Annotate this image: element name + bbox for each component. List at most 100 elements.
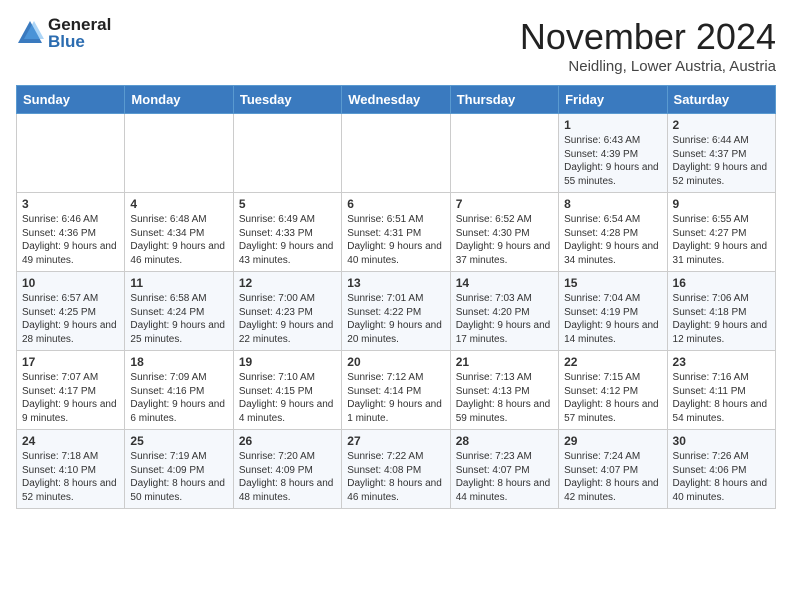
- calendar-cell: 27 Sunrise: 7:22 AM Sunset: 4:08 PM Dayli…: [342, 430, 450, 509]
- calendar-cell: 28 Sunrise: 7:23 AM Sunset: 4:07 PM Dayli…: [450, 430, 558, 509]
- calendar-cell: 12 Sunrise: 7:00 AM Sunset: 4:23 PM Dayli…: [233, 272, 341, 351]
- day-info: Sunrise: 7:22 AM Sunset: 4:08 PM Dayligh…: [347, 450, 444, 504]
- calendar-cell: 15 Sunrise: 7:04 AM Sunset: 4:19 PM Dayli…: [559, 272, 667, 351]
- calendar-cell: 3 Sunrise: 6:46 AM Sunset: 4:36 PM Daylig…: [17, 193, 125, 272]
- day-number: 6: [347, 197, 444, 211]
- day-info: Sunrise: 7:04 AM Sunset: 4:19 PM Dayligh…: [564, 292, 661, 346]
- calendar-week-row: 10 Sunrise: 6:57 AM Sunset: 4:25 PM Dayli…: [17, 272, 776, 351]
- day-number: 9: [673, 197, 770, 211]
- weekday-header-row: SundayMondayTuesdayWednesdayThursdayFrid…: [17, 86, 776, 114]
- calendar-week-row: 3 Sunrise: 6:46 AM Sunset: 4:36 PM Daylig…: [17, 193, 776, 272]
- calendar-week-row: 17Sunrise: 7:07 AM Sunset: 4:17 PM Dayli…: [17, 351, 776, 430]
- calendar-cell: 9 Sunrise: 6:55 AM Sunset: 4:27 PM Daylig…: [667, 193, 775, 272]
- day-number: 13: [347, 276, 444, 290]
- day-info: Sunrise: 6:43 AM Sunset: 4:39 PM Dayligh…: [564, 134, 661, 188]
- calendar-cell: 6 Sunrise: 6:51 AM Sunset: 4:31 PM Daylig…: [342, 193, 450, 272]
- calendar-cell: [125, 114, 233, 193]
- day-info: Sunrise: 7:12 AM Sunset: 4:14 PM Dayligh…: [347, 371, 444, 425]
- calendar-cell: 13 Sunrise: 7:01 AM Sunset: 4:22 PM Dayli…: [342, 272, 450, 351]
- day-number: 17: [22, 355, 119, 369]
- calendar-cell: 7 Sunrise: 6:52 AM Sunset: 4:30 PM Daylig…: [450, 193, 558, 272]
- calendar-cell: [233, 114, 341, 193]
- day-info: Sunrise: 6:54 AM Sunset: 4:28 PM Dayligh…: [564, 213, 661, 267]
- day-info: Sunrise: 7:26 AM Sunset: 4:06 PM Dayligh…: [673, 450, 770, 504]
- day-info: Sunrise: 6:44 AM Sunset: 4:37 PM Dayligh…: [673, 134, 770, 188]
- logo: General Blue: [16, 16, 111, 50]
- calendar-cell: 25Sunrise: 7:19 AM Sunset: 4:09 PM Dayli…: [125, 430, 233, 509]
- day-number: 26: [239, 434, 336, 448]
- calendar-cell: 8Sunrise: 6:54 AM Sunset: 4:28 PM Daylig…: [559, 193, 667, 272]
- calendar-cell: 5 Sunrise: 6:49 AM Sunset: 4:33 PM Daylig…: [233, 193, 341, 272]
- logo-icon: [16, 19, 44, 47]
- day-number: 29: [564, 434, 661, 448]
- day-number: 10: [22, 276, 119, 290]
- day-number: 4: [130, 197, 227, 211]
- calendar-cell: 11Sunrise: 6:58 AM Sunset: 4:24 PM Dayli…: [125, 272, 233, 351]
- day-info: Sunrise: 7:23 AM Sunset: 4:07 PM Dayligh…: [456, 450, 553, 504]
- calendar-table: SundayMondayTuesdayWednesdayThursdayFrid…: [16, 85, 776, 509]
- day-number: 20: [347, 355, 444, 369]
- day-info: Sunrise: 7:13 AM Sunset: 4:13 PM Dayligh…: [456, 371, 553, 425]
- calendar-cell: 20 Sunrise: 7:12 AM Sunset: 4:14 PM Dayli…: [342, 351, 450, 430]
- day-info: Sunrise: 7:19 AM Sunset: 4:09 PM Dayligh…: [130, 450, 227, 504]
- calendar-cell: 18 Sunrise: 7:09 AM Sunset: 4:16 PM Dayli…: [125, 351, 233, 430]
- day-info: Sunrise: 7:18 AM Sunset: 4:10 PM Dayligh…: [22, 450, 119, 504]
- day-number: 19: [239, 355, 336, 369]
- day-info: Sunrise: 6:57 AM Sunset: 4:25 PM Dayligh…: [22, 292, 119, 346]
- calendar-cell: [17, 114, 125, 193]
- calendar-week-row: 1 Sunrise: 6:43 AM Sunset: 4:39 PM Daylig…: [17, 114, 776, 193]
- page-header: General Blue November 2024 Neidling, Low…: [16, 16, 776, 75]
- calendar-cell: 1 Sunrise: 6:43 AM Sunset: 4:39 PM Daylig…: [559, 114, 667, 193]
- day-number: 24: [22, 434, 119, 448]
- weekday-header: Tuesday: [233, 86, 341, 114]
- day-info: Sunrise: 6:49 AM Sunset: 4:33 PM Dayligh…: [239, 213, 336, 267]
- day-info: Sunrise: 7:24 AM Sunset: 4:07 PM Dayligh…: [564, 450, 661, 504]
- calendar-cell: 19Sunrise: 7:10 AM Sunset: 4:15 PM Dayli…: [233, 351, 341, 430]
- logo-text: General Blue: [48, 16, 111, 50]
- day-number: 21: [456, 355, 553, 369]
- day-info: Sunrise: 6:52 AM Sunset: 4:30 PM Dayligh…: [456, 213, 553, 267]
- calendar-cell: 4 Sunrise: 6:48 AM Sunset: 4:34 PM Daylig…: [125, 193, 233, 272]
- day-number: 30: [673, 434, 770, 448]
- logo-general: General: [48, 16, 111, 33]
- calendar-cell: 30 Sunrise: 7:26 AM Sunset: 4:06 PM Dayli…: [667, 430, 775, 509]
- day-number: 28: [456, 434, 553, 448]
- weekday-header: Saturday: [667, 86, 775, 114]
- day-info: Sunrise: 7:03 AM Sunset: 4:20 PM Dayligh…: [456, 292, 553, 346]
- day-number: 23: [673, 355, 770, 369]
- day-info: Sunrise: 7:15 AM Sunset: 4:12 PM Dayligh…: [564, 371, 661, 425]
- day-number: 3: [22, 197, 119, 211]
- day-info: Sunrise: 7:01 AM Sunset: 4:22 PM Dayligh…: [347, 292, 444, 346]
- day-info: Sunrise: 6:46 AM Sunset: 4:36 PM Dayligh…: [22, 213, 119, 267]
- day-number: 14: [456, 276, 553, 290]
- calendar-cell: 26 Sunrise: 7:20 AM Sunset: 4:09 PM Dayli…: [233, 430, 341, 509]
- calendar-cell: 22Sunrise: 7:15 AM Sunset: 4:12 PM Dayli…: [559, 351, 667, 430]
- day-number: 27: [347, 434, 444, 448]
- calendar-cell: [342, 114, 450, 193]
- day-number: 12: [239, 276, 336, 290]
- day-number: 1: [564, 118, 661, 132]
- location: Neidling, Lower Austria, Austria: [520, 58, 776, 75]
- day-number: 5: [239, 197, 336, 211]
- day-info: Sunrise: 6:58 AM Sunset: 4:24 PM Dayligh…: [130, 292, 227, 346]
- logo-blue: Blue: [48, 33, 111, 50]
- day-number: 18: [130, 355, 227, 369]
- calendar-cell: 23Sunrise: 7:16 AM Sunset: 4:11 PM Dayli…: [667, 351, 775, 430]
- day-info: Sunrise: 6:51 AM Sunset: 4:31 PM Dayligh…: [347, 213, 444, 267]
- day-number: 16: [673, 276, 770, 290]
- day-number: 15: [564, 276, 661, 290]
- day-info: Sunrise: 7:00 AM Sunset: 4:23 PM Dayligh…: [239, 292, 336, 346]
- day-info: Sunrise: 6:48 AM Sunset: 4:34 PM Dayligh…: [130, 213, 227, 267]
- day-info: Sunrise: 7:20 AM Sunset: 4:09 PM Dayligh…: [239, 450, 336, 504]
- day-info: Sunrise: 7:09 AM Sunset: 4:16 PM Dayligh…: [130, 371, 227, 425]
- day-info: Sunrise: 7:06 AM Sunset: 4:18 PM Dayligh…: [673, 292, 770, 346]
- day-info: Sunrise: 6:55 AM Sunset: 4:27 PM Dayligh…: [673, 213, 770, 267]
- calendar-cell: 21 Sunrise: 7:13 AM Sunset: 4:13 PM Dayli…: [450, 351, 558, 430]
- calendar-cell: [450, 114, 558, 193]
- calendar-cell: 17Sunrise: 7:07 AM Sunset: 4:17 PM Dayli…: [17, 351, 125, 430]
- day-number: 7: [456, 197, 553, 211]
- calendar-cell: 14 Sunrise: 7:03 AM Sunset: 4:20 PM Dayli…: [450, 272, 558, 351]
- day-number: 2: [673, 118, 770, 132]
- title-area: November 2024 Neidling, Lower Austria, A…: [520, 16, 776, 75]
- weekday-header: Wednesday: [342, 86, 450, 114]
